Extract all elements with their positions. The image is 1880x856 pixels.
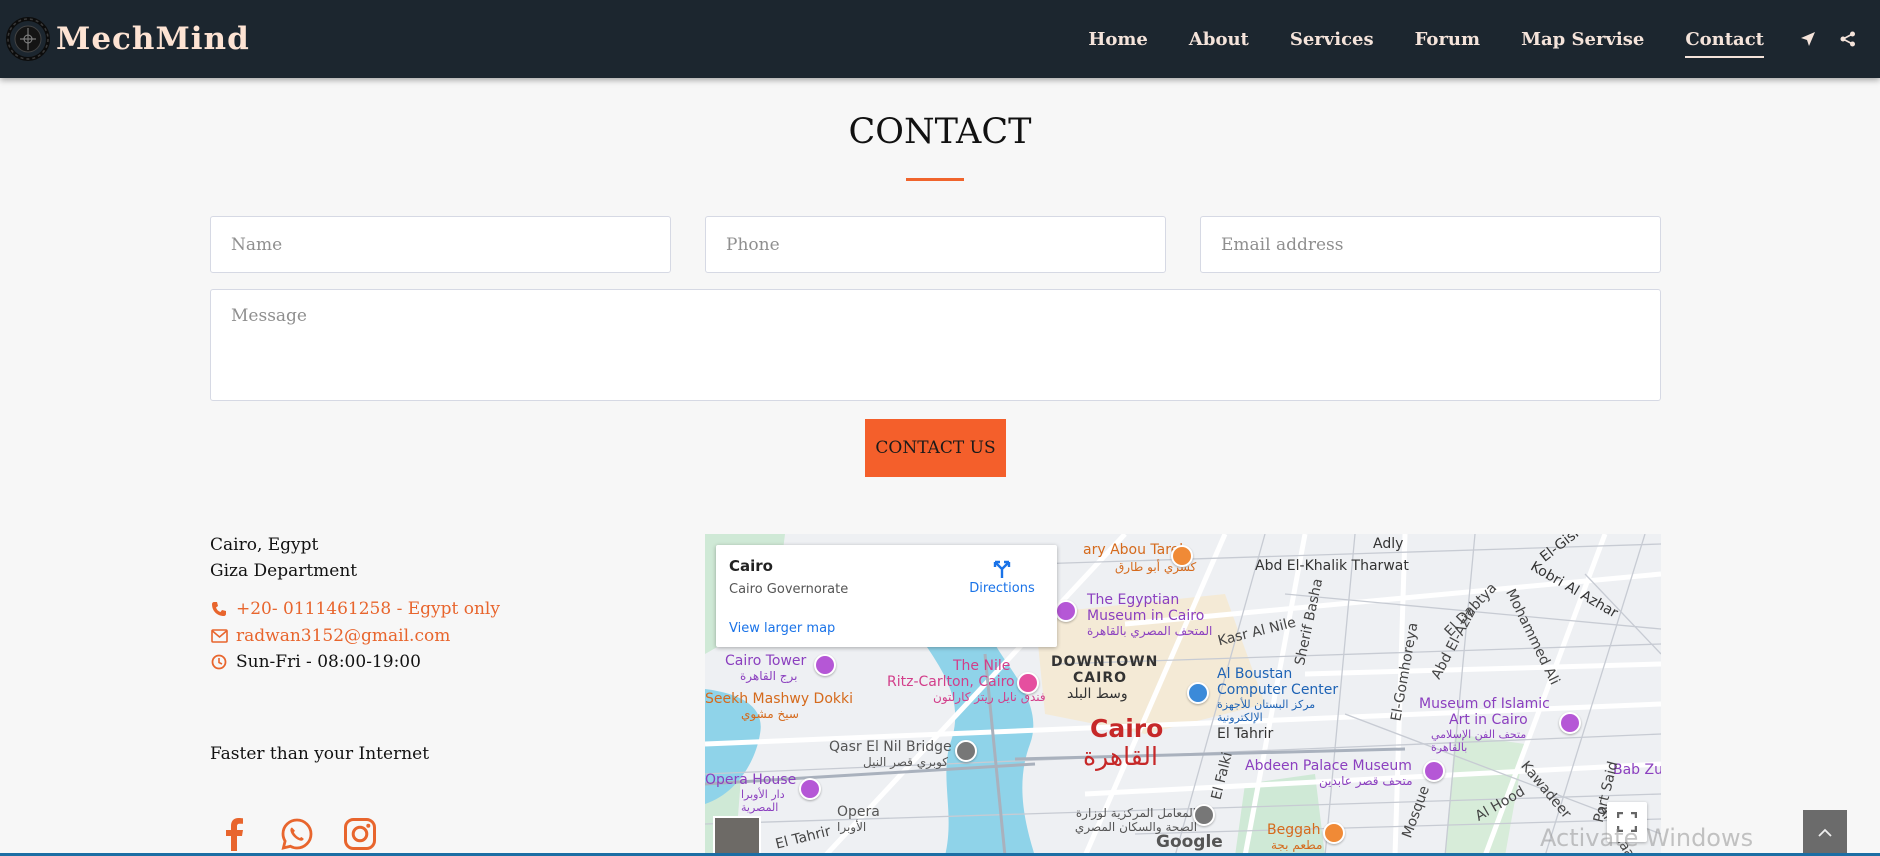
map-label-qasr-el-nil: Qasr El Nil Bridge <box>829 739 952 755</box>
place-title: Cairo <box>729 557 773 575</box>
title-underline <box>906 178 964 181</box>
chevron-up-icon <box>1818 828 1832 837</box>
map-label-egyptian-museum-2: Museum in Cairo <box>1087 608 1205 624</box>
contact-us-button[interactable]: CONTACT US <box>865 419 1006 477</box>
map-label-islamic-museum-ar: متحف الفن الإسلامي بالقاهرة <box>1431 728 1527 754</box>
map-label-abdeen-ar: متحف قصر عابدين <box>1319 774 1413 788</box>
bridge-pin-icon[interactable] <box>955 740 977 762</box>
satellite-thumbnail[interactable] <box>713 816 761 856</box>
map-label-downtown-2: CAIRO <box>1073 670 1127 686</box>
main-nav: Home About Services Forum Map Servise Co… <box>1047 0 1858 78</box>
top-navbar: MechMind Home About Services Forum Map S… <box>0 0 1880 78</box>
phone-text: +20- 0111461258 - Egypt only <box>236 599 500 619</box>
embedded-map[interactable]: ary Abou Tarek كشري أبو طارق Adly Abd El… <box>705 534 1661 856</box>
map-label-seekh-ar: سيخ مشوي <box>741 707 799 721</box>
email-input[interactable] <box>1200 216 1661 273</box>
nav-home[interactable]: Home <box>1088 23 1148 56</box>
museum-pin-icon[interactable] <box>1055 600 1077 622</box>
map-label-abdeen: Abdeen Palace Museum <box>1245 758 1412 774</box>
map-label-el-tahrir: El Tahrir <box>1217 726 1274 742</box>
palace-pin-icon[interactable] <box>1423 760 1445 782</box>
envelope-icon <box>210 627 228 645</box>
directions-button[interactable]: Directions <box>967 557 1037 596</box>
restaurant-pin-icon[interactable] <box>1171 545 1193 567</box>
map-label-abd-el-khalik: Abd El-Khalik Tharwat <box>1255 558 1409 574</box>
map-label-cairo-city-ar: القاهرة <box>1083 742 1158 771</box>
directions-icon <box>993 560 1011 578</box>
nav-map-servise[interactable]: Map Servise <box>1521 23 1644 56</box>
phone-item[interactable]: +20- 0111461258 - Egypt only <box>210 599 500 619</box>
map-label-cairo-tower-ar: برج القاهرة <box>740 669 798 683</box>
hours-item: Sun-Fri - 08:00-19:00 <box>210 652 421 672</box>
activate-windows-watermark: Activate Windows <box>1540 824 1754 852</box>
map-label-opera: Opera House <box>705 772 797 788</box>
back-to-top-button[interactable] <box>1803 810 1847 856</box>
opera-pin-icon[interactable] <box>799 778 821 800</box>
map-label-downtown: DOWNTOWN <box>1051 654 1159 670</box>
message-textarea[interactable] <box>210 289 1661 401</box>
place-subtitle: Cairo Governorate <box>729 582 849 597</box>
nav-services[interactable]: Services <box>1290 23 1374 56</box>
nav-about[interactable]: About <box>1189 23 1249 56</box>
map-label-nile-ritz-2: Ritz-Carlton, Cairo <box>887 674 1015 690</box>
instagram-icon[interactable] <box>340 812 380 856</box>
tagline: Faster than your Internet <box>210 744 430 764</box>
map-label-seekh: Seekh Mashwy Dokki <box>705 691 854 707</box>
share-icon[interactable] <box>1838 29 1858 49</box>
map-label-opera-metro-ar: الأوبرا <box>837 820 867 834</box>
phone-icon <box>210 600 228 618</box>
map-label-downtown-ar: وسط البلد <box>1067 686 1128 702</box>
map-place-card: Cairo Cairo Governorate View larger map … <box>716 545 1057 647</box>
map-label-al-boustan-ar: مركز البستان للأجهزة الإلكترونية <box>1217 698 1316 724</box>
view-larger-map-link[interactable]: View larger map <box>729 621 835 636</box>
hotel-pin-icon[interactable] <box>1017 672 1039 694</box>
email-text: radwan3152@gmail.com <box>236 626 451 646</box>
museum-pin-icon-2[interactable] <box>1559 712 1581 734</box>
map-label-central-lab: المعامل المركزية لوزارة الصحة والسكان ال… <box>1074 806 1198 834</box>
map-label-egyptian-museum: The Egyptian <box>1087 592 1180 608</box>
map-label-islamic-museum: Museum of Islamic <box>1419 696 1550 712</box>
nav-forum[interactable]: Forum <box>1415 23 1480 56</box>
map-label-opera-metro: Opera <box>837 804 880 820</box>
restaurant-pin-icon-2[interactable] <box>1323 822 1345 844</box>
map-label-cairo-city: Cairo <box>1090 714 1164 743</box>
map-label-al-boustan-2: Computer Center <box>1217 682 1339 698</box>
directions-label: Directions <box>969 581 1035 596</box>
nav-contact[interactable]: Contact <box>1685 23 1764 58</box>
phone-input[interactable] <box>705 216 1166 273</box>
map-label-egyptian-museum-ar: المتحف المصري بالقاهرة <box>1087 624 1213 638</box>
map-label-cairo-tower: Cairo Tower <box>725 653 807 669</box>
google-logo: Google <box>1156 832 1223 852</box>
address-line-1: Cairo, Egypt <box>210 535 319 555</box>
brand[interactable]: MechMind <box>6 16 250 62</box>
map-label-opera-ar: دار الأوبرا المصرية <box>741 788 785 814</box>
brand-name: MechMind <box>56 21 250 57</box>
tower-pin-icon[interactable] <box>814 654 836 676</box>
location-arrow-icon[interactable] <box>1798 29 1818 49</box>
map-label-qasr-el-nil-ar: كوبري قصر النيل <box>863 755 948 769</box>
map-label-nile-ritz: The Nile <box>953 658 1011 674</box>
name-input[interactable] <box>210 216 671 273</box>
hours-text: Sun-Fri - 08:00-19:00 <box>236 652 421 672</box>
address-line-2: Giza Department <box>210 561 358 581</box>
whatsapp-icon[interactable] <box>277 812 317 856</box>
clock-icon <box>210 653 228 671</box>
lab-pin-icon[interactable] <box>1193 804 1215 826</box>
map-label-beggah: Beggah <box>1267 822 1321 838</box>
map-label-islamic-museum-2: Art in Cairo <box>1449 712 1528 728</box>
map-label-adly: Adly <box>1373 536 1404 552</box>
map-label-beggah-ar: مطعم بجة <box>1271 838 1323 852</box>
map-label-al-boustan: Al Boustan <box>1217 666 1293 682</box>
page-title: CONTACT <box>848 112 1032 152</box>
email-item[interactable]: radwan3152@gmail.com <box>210 626 450 646</box>
gear-logo-icon <box>6 17 50 61</box>
facebook-icon[interactable] <box>214 812 254 856</box>
shopping-pin-icon[interactable] <box>1187 682 1209 704</box>
